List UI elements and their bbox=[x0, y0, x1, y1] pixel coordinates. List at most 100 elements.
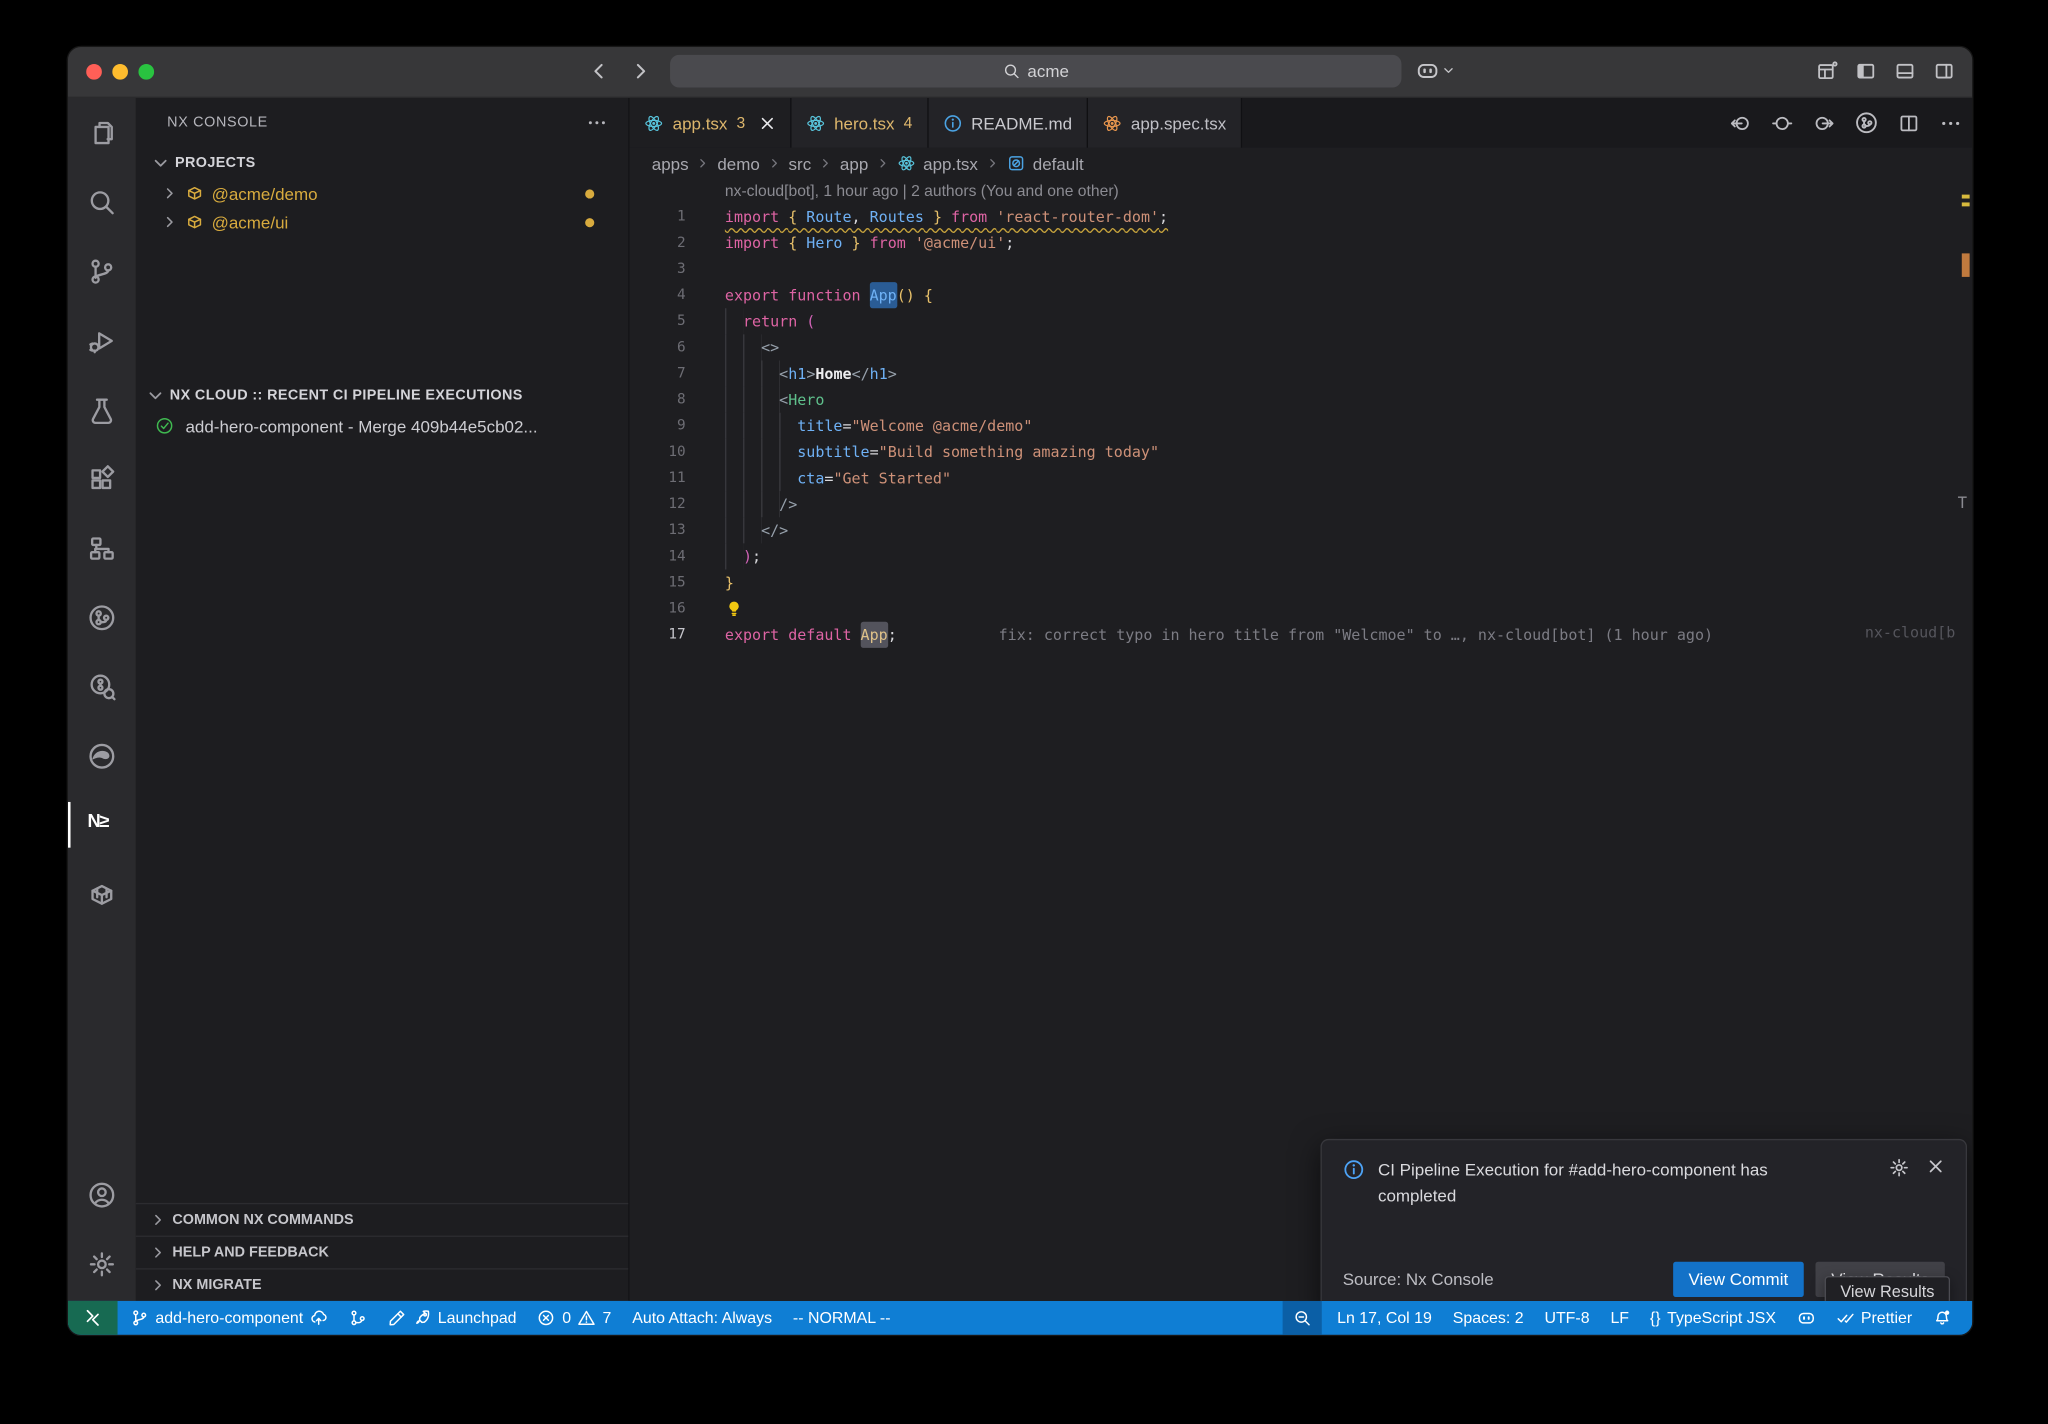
line-number: 8 bbox=[630, 387, 686, 413]
code-line-16[interactable]: 16 bbox=[630, 596, 1973, 622]
activity-run-debug[interactable] bbox=[68, 306, 136, 375]
code-line-13[interactable]: 13 </> bbox=[630, 517, 1973, 543]
status-cursor-position[interactable]: Ln 17, Col 19 bbox=[1327, 1301, 1443, 1335]
line-number: 16 bbox=[630, 596, 686, 622]
activity-project-structure[interactable] bbox=[68, 513, 136, 582]
nav-edit-back-icon[interactable] bbox=[1729, 112, 1751, 134]
code-line-7[interactable]: 7 <h1>Home</h1> bbox=[630, 360, 1973, 386]
copilot-menu[interactable] bbox=[1416, 59, 1455, 83]
code-line-4[interactable]: 4export function App() { bbox=[630, 282, 1973, 308]
section-common-nx-commands[interactable]: COMMON NX COMMANDS bbox=[136, 1203, 628, 1236]
command-center-search[interactable]: acme bbox=[670, 55, 1401, 88]
code-line-14[interactable]: 14 ); bbox=[630, 543, 1973, 569]
status-auto-attach[interactable]: Auto Attach: Always bbox=[622, 1301, 783, 1335]
activity-nx-console[interactable]: N≥ bbox=[68, 790, 136, 859]
view-commit-button[interactable]: View Commit bbox=[1673, 1262, 1804, 1297]
breadcrumb-item[interactable]: apps bbox=[652, 153, 689, 173]
zoom-window-button[interactable] bbox=[138, 64, 154, 80]
nx-cloud-section-header[interactable]: NX CLOUD :: RECENT CI PIPELINE EXECUTION… bbox=[136, 380, 628, 411]
activity-containers[interactable] bbox=[68, 859, 136, 928]
more-actions-icon[interactable] bbox=[1940, 112, 1962, 134]
status-zoom-level[interactable] bbox=[1282, 1301, 1321, 1335]
project-item-acme-demo[interactable]: @acme/demo bbox=[136, 179, 628, 208]
tab-app.spec.tsx[interactable]: app.spec.tsx bbox=[1088, 98, 1242, 148]
status-notifications[interactable] bbox=[1923, 1301, 1962, 1335]
status-launchpad[interactable]: Launchpad bbox=[378, 1301, 527, 1335]
code-line-8[interactable]: 8 <Hero bbox=[630, 387, 1973, 413]
code-line-10[interactable]: 10 subtitle="Build something amazing tod… bbox=[630, 439, 1973, 465]
status-copilot-status[interactable] bbox=[1786, 1301, 1825, 1335]
breadcrumb-item[interactable]: app.tsx bbox=[923, 153, 978, 173]
status-formatter[interactable]: Prettier bbox=[1826, 1301, 1923, 1335]
activity-search[interactable] bbox=[68, 167, 136, 236]
sidebar-more-actions-icon[interactable] bbox=[586, 112, 607, 133]
breadcrumb-item[interactable]: demo bbox=[717, 153, 759, 173]
ruler-modified-mark bbox=[1962, 253, 1970, 277]
activity-source-control[interactable] bbox=[68, 236, 136, 305]
toggle-panel-icon[interactable] bbox=[1894, 60, 1916, 82]
split-editor-icon[interactable] bbox=[1898, 112, 1920, 134]
section-nx-migrate[interactable]: NX MIGRATE bbox=[136, 1268, 628, 1301]
code-line-1[interactable]: 1import { Route, Routes } from 'react-ro… bbox=[630, 204, 1973, 230]
status-language-mode[interactable]: {}TypeScript JSX bbox=[1639, 1301, 1786, 1335]
code-line-5[interactable]: 5 return ( bbox=[630, 308, 1973, 334]
code-line-11[interactable]: 11 cta="Get Started" bbox=[630, 465, 1973, 491]
code-line-12[interactable]: 12 /> bbox=[630, 491, 1973, 517]
activity-extensions[interactable] bbox=[68, 444, 136, 513]
code-line-9[interactable]: 9 title="Welcome @acme/demo" bbox=[630, 413, 1973, 439]
activity-explorer[interactable] bbox=[68, 98, 136, 167]
code-line-6[interactable]: 6 <> bbox=[630, 334, 1973, 360]
line-content: title="Welcome @acme/demo" bbox=[725, 413, 1033, 439]
status-vim-mode[interactable]: -- NORMAL -- bbox=[782, 1301, 900, 1335]
code-line-3[interactable]: 3 bbox=[630, 256, 1973, 282]
cloudup-icon bbox=[310, 1309, 328, 1327]
status-remote-indicator[interactable] bbox=[68, 1301, 118, 1335]
activity-accounts[interactable] bbox=[68, 1160, 136, 1229]
project-item-acme-ui[interactable]: @acme/ui bbox=[136, 208, 628, 237]
activity-edge-tools[interactable] bbox=[68, 721, 136, 790]
status-problems[interactable]: 07 bbox=[527, 1301, 622, 1335]
nav-edit-forward-icon[interactable] bbox=[1813, 112, 1835, 134]
projects-section-header[interactable]: PROJECTS bbox=[136, 148, 628, 179]
breadcrumb-item[interactable]: app bbox=[840, 153, 868, 173]
toggle-secondary-sidebar-icon[interactable] bbox=[1933, 60, 1955, 82]
minimize-window-button[interactable] bbox=[112, 64, 128, 80]
run-pipeline-icon[interactable] bbox=[1855, 111, 1879, 135]
container-icon bbox=[88, 880, 117, 909]
inline-git-blame: fix: correct typo in hero title from "We… bbox=[999, 622, 1713, 648]
breadcrumb-item[interactable]: src bbox=[789, 153, 812, 173]
activity-gitlens-inspect[interactable] bbox=[68, 652, 136, 721]
activity-bar: N≥ bbox=[68, 98, 136, 1301]
section-help-and-feedback[interactable]: HELP AND FEEDBACK bbox=[136, 1236, 628, 1269]
status-eol[interactable]: LF bbox=[1600, 1301, 1639, 1335]
pipeline-execution-item[interactable]: add-hero-component - Merge 409b44e5cb02.… bbox=[136, 411, 628, 440]
status-git-graph[interactable] bbox=[338, 1301, 377, 1335]
status-encoding[interactable]: UTF-8 bbox=[1534, 1301, 1600, 1335]
status-indentation[interactable]: Spaces: 2 bbox=[1442, 1301, 1534, 1335]
nav-edit-current-icon[interactable] bbox=[1771, 112, 1793, 134]
tab-hero.tsx[interactable]: hero.tsx4 bbox=[791, 98, 928, 148]
pipeline-execution-label: add-hero-component - Merge 409b44e5cb02.… bbox=[185, 416, 537, 436]
tab-README.md[interactable]: README.md bbox=[928, 98, 1088, 148]
customize-layout-icon[interactable] bbox=[1816, 60, 1838, 82]
activity-settings[interactable] bbox=[68, 1229, 136, 1298]
breadcrumbs: apps demo src app app.tsx default bbox=[630, 148, 1973, 179]
status-text: Launchpad bbox=[438, 1309, 517, 1327]
status-text: -- NORMAL -- bbox=[793, 1309, 891, 1327]
status-git-branch[interactable]: add-hero-component bbox=[120, 1301, 338, 1335]
activity-testing[interactable] bbox=[68, 375, 136, 444]
activity-commit-graph[interactable] bbox=[68, 583, 136, 652]
code-line-15[interactable]: 15} bbox=[630, 569, 1973, 595]
history-back-icon[interactable] bbox=[588, 60, 610, 82]
code-line-17[interactable]: 17export default App;fix: correct typo i… bbox=[630, 622, 1973, 648]
close-window-button[interactable] bbox=[86, 64, 102, 80]
toggle-primary-sidebar-icon[interactable] bbox=[1855, 60, 1877, 82]
breadcrumb-item[interactable]: default bbox=[1033, 153, 1084, 173]
notification-settings-icon[interactable] bbox=[1889, 1157, 1910, 1178]
history-forward-icon[interactable] bbox=[630, 60, 652, 82]
notification-close-icon[interactable] bbox=[1927, 1157, 1945, 1175]
lightbulb-icon[interactable] bbox=[725, 600, 743, 618]
close-tab-icon[interactable] bbox=[758, 114, 775, 131]
code-line-2[interactable]: 2import { Hero } from '@acme/ui'; bbox=[630, 230, 1973, 256]
tab-app.tsx[interactable]: app.tsx3 bbox=[630, 98, 791, 148]
